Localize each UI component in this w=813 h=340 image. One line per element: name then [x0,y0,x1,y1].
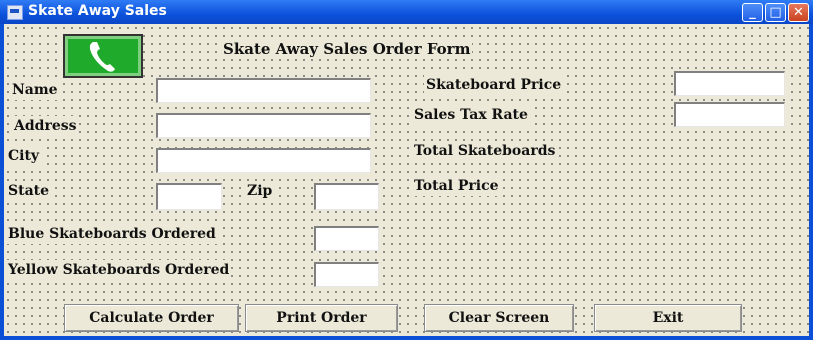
city-label: City [6,146,42,166]
form-client-area: Skate Away Sales Order Form Name Address… [4,24,809,336]
yellow-skateboards-input[interactable] [314,262,379,287]
blue-skateboards-label: Blue Skateboards Ordered [6,224,218,244]
app-icon [7,5,23,20]
skateboard-price-input[interactable] [674,71,785,96]
yellow-skateboards-label: Yellow Skateboards Ordered [6,260,232,280]
exit-button[interactable]: Exit [594,304,742,332]
form-header: Skate Away Sales Order Form [221,39,473,59]
window-title: Skate Away Sales [28,3,167,19]
skateboard-price-label: Skateboard Price [424,75,564,95]
sales-tax-rate-label: Sales Tax Rate [412,105,530,125]
address-input[interactable] [156,113,371,138]
minimize-button[interactable]: _ [742,3,763,22]
total-price-label: Total Price [412,176,501,196]
total-skateboards-label: Total Skateboards [412,141,558,161]
blue-skateboards-input[interactable] [314,226,379,251]
app-window: Skate Away Sales _ □ ✕ Skate Away Sales … [0,0,813,340]
zip-input[interactable] [314,183,379,210]
phone-icon [89,42,115,72]
address-label: Address [12,116,79,136]
city-input[interactable] [156,148,371,173]
title-bar[interactable]: Skate Away Sales _ □ ✕ [0,0,813,24]
name-input[interactable] [156,78,371,103]
logo [63,34,143,78]
close-button[interactable]: ✕ [788,3,809,22]
state-label: State [6,181,52,201]
print-order-button[interactable]: Print Order [245,304,398,332]
name-label: Name [10,80,60,100]
clear-screen-button[interactable]: Clear Screen [424,304,574,332]
state-input[interactable] [156,183,222,210]
maximize-button[interactable]: □ [765,3,786,22]
sales-tax-rate-input[interactable] [674,102,785,127]
calculate-order-button[interactable]: Calculate Order [64,304,239,332]
zip-label: Zip [245,181,275,201]
